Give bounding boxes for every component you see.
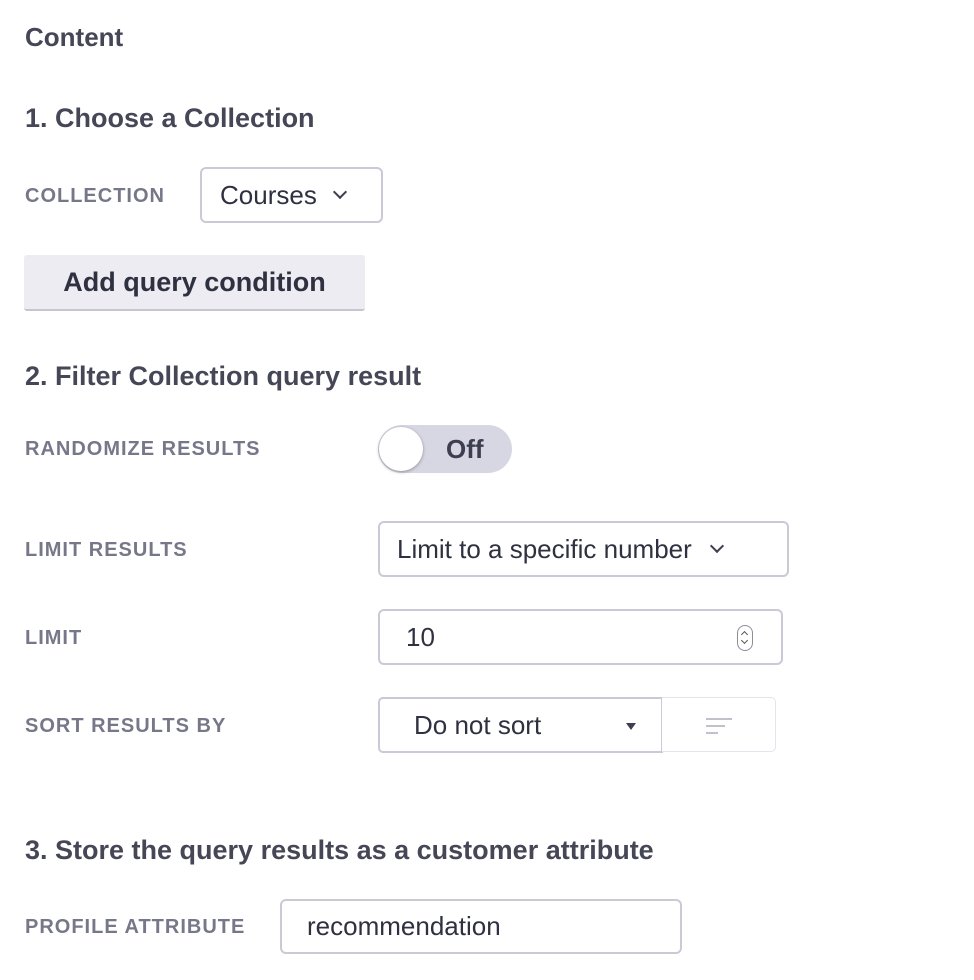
section-title-store-results: 3. Store the query results as a customer… [25,835,654,865]
collection-select-value: Courses [220,179,317,210]
collection-select[interactable]: Courses [200,167,383,223]
sort-results-label: SORT RESULTS BY [25,715,227,737]
limit-value: 10 [406,621,435,652]
section-title-filter-results: 2. Filter Collection query result [25,361,422,391]
randomize-results-toggle[interactable]: Off [378,425,512,473]
sort-results-select[interactable]: Do not sort [378,697,663,753]
limit-results-select-value: Limit to a specific number [397,533,692,564]
chevron-down-icon [709,538,724,554]
sort-order-button[interactable] [662,697,776,752]
caret-down-icon [626,723,636,730]
randomize-results-label: RANDOMIZE RESULTS [25,438,261,460]
profile-attribute-value: recommendation [307,911,501,941]
page-title: Content [25,22,124,52]
toggle-state-text: Off [446,434,484,464]
add-query-condition-button[interactable]: Add query condition [24,255,365,311]
limit-results-label: LIMIT RESULTS [25,539,188,561]
section-title-choose-collection: 1. Choose a Collection [25,103,315,133]
limit-number-input[interactable]: 10 [378,609,783,665]
limit-results-select[interactable]: Limit to a specific number [378,521,789,577]
limit-label: LIMIT [25,627,83,649]
number-stepper-icon[interactable] [737,625,753,651]
profile-attribute-input[interactable]: recommendation [280,899,682,954]
sort-order-icon [706,718,732,736]
collection-label: COLLECTION [25,185,165,207]
chevron-down-icon [332,184,347,200]
sort-results-select-value: Do not sort [414,709,542,740]
profile-attribute-label: PROFILE ATTRIBUTE [25,916,246,938]
toggle-knob [379,427,423,471]
